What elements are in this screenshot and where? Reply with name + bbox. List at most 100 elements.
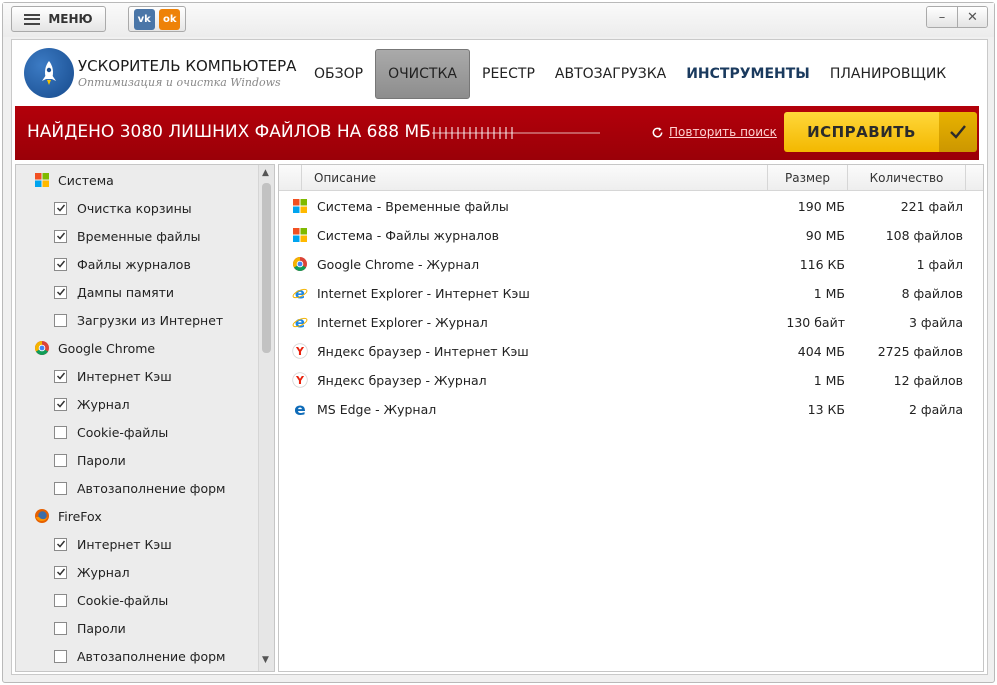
table-row[interactable]: Y Яндекс браузер - Интернет Кэш 404 МБ 2725… [279,337,969,366]
header-count[interactable]: Количество [848,165,966,191]
row-count: 2 файла [908,402,963,417]
row-size: 130 байт [786,315,845,330]
nav-tab-2[interactable]: РЕЕСТР [472,49,545,99]
tree-group[interactable]: FireFox [16,502,102,530]
windows-icon [292,227,309,244]
checkbox-unchecked[interactable] [54,313,67,327]
table-row[interactable]: e Internet Explorer - Интернет Кэш 1 МБ 8 ф… [279,279,969,308]
checkbox-checked[interactable] [54,369,67,383]
vk-icon[interactable]: vk [133,8,155,30]
header-size[interactable]: Размер [768,165,848,191]
tree-item[interactable]: Cookie-файлы [16,586,168,614]
tree-item-label: Журнал [77,564,130,580]
checkbox-unchecked[interactable] [54,593,67,607]
tree-item-label: Очистка корзины [77,200,192,216]
tree-group[interactable]: Система [16,166,114,194]
checkbox-checked[interactable] [54,229,67,243]
tree-item[interactable]: Временные файлы [16,222,201,250]
refresh-icon [652,126,663,137]
table-row[interactable]: Система - Временные файлы 190 МБ 221 файл [279,192,969,221]
row-size: 116 КБ [799,257,845,272]
repeat-search-link[interactable]: Повторить поиск [651,125,777,139]
menu-button[interactable]: МЕНЮ [11,6,106,32]
checkbox-checked[interactable] [54,257,67,271]
nav-tab-0[interactable]: ОБЗОР [304,49,373,99]
checkbox-checked[interactable] [54,285,67,299]
tree-item[interactable]: Дампы памяти [16,278,174,306]
tree-item[interactable]: Интернет Кэш [16,530,172,558]
svg-text:e: e [295,285,305,301]
svg-text:Y: Y [295,345,305,358]
row-description: Система - Файлы журналов [317,228,500,243]
checkbox-checked[interactable] [54,565,67,579]
nav-tab-4[interactable]: ИНСТРУМЕНТЫ [676,49,820,99]
tree-item[interactable]: Cookie-файлы [16,418,168,446]
tree-item-label: Интернет Кэш [77,368,172,384]
row-size: 190 МБ [797,199,845,214]
checkbox-checked[interactable] [54,537,67,551]
tree-item[interactable]: Автозаполнение форм [16,642,226,670]
close-button[interactable]: ✕ [957,7,987,27]
table-row[interactable]: Y Яндекс браузер - Журнал 1 МБ 12 файлов [279,366,969,395]
app-header: УСКОРИТЕЛЬ КОМПЬЮТЕРА Оптимизация и очис… [12,40,987,106]
main-nav: ОБЗОР ОЧИСТКА РЕЕСТР АВТОЗАГРУЗКА ИНСТРУМЕНТ… [304,49,956,99]
results-table: Описание Размер Количество Система - Вре… [278,164,984,672]
odnoklassniki-icon[interactable]: ok [159,8,181,30]
progress-ticks-icon [432,127,600,139]
vertical-scrollbar[interactable]: ▲ ▼ [258,165,274,671]
chrome-icon [34,340,50,356]
tree-item[interactable]: Пароли [16,446,126,474]
tree-item[interactable]: Автозаполнение форм [16,474,226,502]
tree-item-label: Загрузки из Интернет [77,312,224,328]
tree-group[interactable]: Google Chrome [16,334,155,362]
firefox-icon [34,508,50,524]
row-size: 1 МБ [813,373,845,388]
svg-text:e: e [295,314,305,330]
scroll-down-icon[interactable]: ▼ [262,655,269,665]
tree-item[interactable]: Интернет Кэш [16,362,172,390]
row-count: 1 файл [916,257,963,272]
scan-result-text: НАЙДЕНО 3080 ЛИШНИХ ФАЙЛОВ НА 688 МБ [27,122,431,142]
tree-item[interactable]: Журнал [16,558,130,586]
checkbox-unchecked[interactable] [54,481,67,495]
tree-item[interactable]: Загрузки из Интернет [16,306,223,334]
nav-tab-1[interactable]: ОЧИСТКА [375,49,470,99]
table-row[interactable]: e Internet Explorer - Журнал 130 байт 3 фай… [279,308,969,337]
scroll-thumb[interactable] [262,183,271,353]
tree-item-label: Пароли [77,452,126,468]
app-title: УСКОРИТЕЛЬ КОМПЬЮТЕРА [78,57,297,75]
tree-item[interactable]: Пароли [16,614,126,642]
table-row[interactable]: Система - Файлы журналов 90 МБ 108 файлов [279,221,969,250]
minimize-button[interactable]: – [927,7,957,27]
checkbox-checked[interactable] [54,201,67,215]
row-size: 1 МБ [813,286,845,301]
checkbox-unchecked[interactable] [54,621,67,635]
header-description[interactable]: Описание [302,165,768,191]
scroll-up-icon[interactable]: ▲ [262,168,269,178]
checkbox-checked[interactable] [54,397,67,411]
checkbox-unchecked[interactable] [54,649,67,663]
table-row[interactable]: e MS Edge - Журнал 13 КБ 2 файла [279,395,969,424]
tree-item-label: Дампы памяти [77,284,175,300]
checkbox-unchecked[interactable] [54,425,67,439]
menu-button-label: МЕНЮ [48,12,93,26]
ie-icon: e [292,285,309,303]
repeat-search-label: Повторить поиск [669,125,777,139]
nav-tab-3[interactable]: АВТОЗАГРУЗКА [545,49,676,99]
row-description: Система - Временные файлы [317,199,509,214]
scan-result-banner: НАЙДЕНО 3080 ЛИШНИХ ФАЙЛОВ НА 688 МБ Пов… [15,106,979,160]
fix-button[interactable]: ИСПРАВИТЬ [784,112,977,152]
tree-item-label: Интернет Кэш [77,536,172,552]
row-size: 13 КБ [807,402,845,417]
table-row[interactable]: Google Chrome - Журнал 116 КБ 1 файл [279,250,969,279]
app-subtitle: Оптимизация и очистка Windows [78,76,281,89]
fix-button-label: ИСПРАВИТЬ [784,112,939,152]
windows-icon [292,198,309,215]
checkbox-unchecked[interactable] [54,453,67,467]
tree-item[interactable]: Журнал [16,390,130,418]
tree-item[interactable]: Файлы журналов [16,250,191,278]
nav-tab-5[interactable]: ПЛАНИРОВЩИК [820,49,956,99]
main-content: УСКОРИТЕЛЬ КОМПЬЮТЕРА Оптимизация и очис… [11,39,988,675]
tree-item[interactable]: Очистка корзины [16,194,192,222]
chrome-icon [292,256,309,273]
